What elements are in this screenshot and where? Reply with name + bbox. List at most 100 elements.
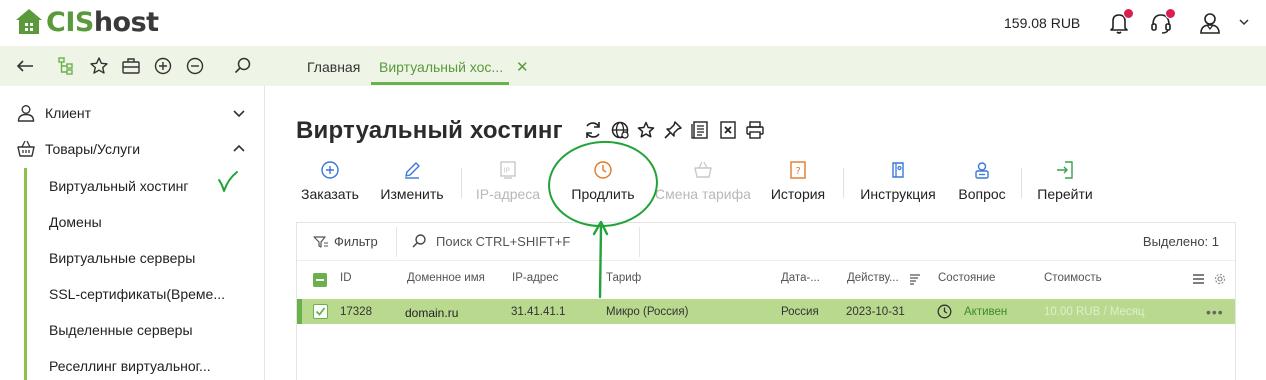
table-row[interactable]: 17328 domain.ru 31.41.41.1 Микро (Россия…: [297, 299, 1235, 324]
print-icon[interactable]: [745, 120, 765, 140]
history-button[interactable]: ? История: [767, 160, 829, 208]
column-header-id[interactable]: ID: [340, 272, 352, 284]
select-all-checkbox[interactable]: [313, 273, 327, 287]
filter-label: Фильтр: [334, 234, 378, 249]
services-table-panel: Фильтр Поиск CTRL+SHIFT+F Выделено: 1 ID…: [296, 222, 1236, 380]
action-separator: [843, 168, 844, 198]
user-avatar-icon: [1200, 13, 1220, 34]
search-icon: [412, 234, 426, 248]
goto-button[interactable]: Перейти: [1034, 160, 1096, 208]
action-label: Смена тарифа: [655, 186, 751, 202]
status-clock-icon: [937, 304, 952, 319]
sidebar-item-reselling[interactable]: Реселлинг виртуальног...: [49, 358, 211, 374]
cell-status: Активен: [964, 306, 1008, 318]
sidebar-item-dedicated[interactable]: Выделенные серверы: [49, 322, 193, 338]
column-header-status[interactable]: Состояние: [938, 272, 995, 284]
column-menu-icon[interactable]: [1192, 273, 1205, 285]
column-header-tariff[interactable]: Тариф: [606, 272, 641, 284]
logo[interactable]: CIShost: [14, 6, 159, 38]
globe-icon[interactable]: [610, 120, 630, 140]
column-header-valid-until[interactable]: Действу...: [847, 272, 899, 284]
sidebar-group-label: Клиент: [45, 105, 92, 121]
refresh-icon[interactable]: [583, 120, 603, 140]
sidebar-item-domains[interactable]: Домены: [49, 214, 102, 230]
filter-button[interactable]: Фильтр: [313, 234, 378, 249]
house-logo-icon: [16, 9, 42, 34]
back-arrow-icon[interactable]: [15, 56, 35, 76]
column-header-datacenter[interactable]: Дата-...: [781, 272, 820, 284]
question-user-icon: [975, 162, 989, 179]
star-icon[interactable]: [89, 56, 109, 76]
active-tab-indicator: [371, 82, 509, 85]
client-user-icon: [17, 105, 35, 122]
cell-valid-until: 2023-10-31: [846, 306, 905, 318]
order-button[interactable]: Заказать: [299, 160, 361, 208]
svg-text:?: ?: [796, 166, 801, 177]
ip-addresses-button[interactable]: IP IP-адреса: [474, 160, 542, 208]
cell-datacenter: Россия: [781, 306, 819, 318]
account-balance[interactable]: 159.08 RUB: [1004, 15, 1080, 31]
row-checkbox[interactable]: [313, 304, 328, 319]
zoom-in-icon[interactable]: [153, 56, 173, 76]
user-menu-button[interactable]: [1197, 10, 1223, 36]
svg-text:IP: IP: [504, 167, 510, 175]
sidebar-item-vps[interactable]: Виртуальные серверы: [49, 250, 195, 266]
action-label: Перейти: [1037, 186, 1093, 202]
row-more-menu-icon[interactable]: •••: [1206, 304, 1224, 320]
cell-tariff: Микро (Россия): [606, 306, 689, 318]
cell-id: 17328: [340, 306, 372, 318]
instruction-icon: [892, 162, 904, 178]
action-label: Изменить: [380, 186, 444, 202]
selected-count: Выделено: 1: [1142, 234, 1219, 249]
filter-separator: [396, 227, 397, 257]
instruction-button[interactable]: Инструкция: [856, 160, 940, 208]
document-list-icon[interactable]: [690, 120, 710, 140]
action-separator: [461, 168, 462, 198]
settings-gear-icon[interactable]: [1214, 273, 1226, 285]
question-button[interactable]: Вопрос: [954, 160, 1010, 208]
filter-icon: [313, 235, 328, 248]
sidebar-group-line: [24, 168, 27, 380]
action-label: История: [770, 186, 826, 202]
clock-icon: [594, 161, 612, 179]
sidebar-group-products[interactable]: Товары/Услуги: [0, 131, 265, 167]
history-icon: ?: [790, 161, 806, 179]
search-separator: [639, 227, 640, 257]
table-search-input[interactable]: Поиск CTRL+SHIFT+F: [411, 233, 570, 249]
plus-circle-icon: [321, 161, 339, 179]
close-tab-icon[interactable]: ✕: [516, 58, 529, 76]
search-icon[interactable]: [233, 56, 253, 76]
change-tariff-button[interactable]: Смена тарифа: [654, 160, 752, 208]
support-button[interactable]: [1148, 8, 1176, 36]
notifications-button[interactable]: [1106, 8, 1134, 36]
logo-host: host: [93, 6, 159, 38]
sidebar-group-client[interactable]: Клиент: [0, 95, 265, 131]
sort-icon[interactable]: [909, 273, 921, 285]
chevron-down-icon[interactable]: [1238, 16, 1250, 28]
tree-structure-icon[interactable]: [57, 56, 77, 76]
cell-ip: 31.41.41.1: [511, 306, 566, 318]
sidebar-item-ssl[interactable]: SSL-сертификаты(Време...: [49, 286, 225, 302]
table-filter-bar: Фильтр Поиск CTRL+SHIFT+F Выделено: 1: [297, 223, 1235, 261]
tab-virtual-hosting[interactable]: Виртуальный хос...: [379, 59, 503, 75]
notification-badge: [1123, 8, 1134, 19]
tab-home[interactable]: Главная: [307, 59, 360, 75]
chevron-up-icon: [233, 144, 245, 152]
toolbar-strip: Главная Виртуальный хос... ✕: [0, 46, 1266, 86]
page-title: Виртуальный хостинг: [296, 117, 563, 144]
briefcase-icon[interactable]: [121, 56, 141, 76]
zoom-out-icon[interactable]: [185, 56, 205, 76]
column-header-ip[interactable]: IP-адрес: [512, 272, 558, 284]
sidebar-group-label: Товары/Услуги: [45, 141, 141, 157]
column-header-domain[interactable]: Доменное имя: [407, 272, 485, 284]
edit-button[interactable]: Изменить: [377, 160, 447, 208]
pin-icon[interactable]: [663, 120, 683, 140]
excel-export-icon[interactable]: [718, 120, 738, 140]
top-header: CIShost 159.08 RUB: [0, 0, 1266, 46]
renew-button[interactable]: Продлить: [565, 160, 641, 208]
sidebar-item-virtual-hosting[interactable]: Виртуальный хостинг: [49, 178, 189, 194]
star-icon[interactable]: [636, 120, 656, 140]
column-header-cost[interactable]: Стоимость: [1044, 272, 1102, 284]
action-label: IP-адреса: [475, 186, 541, 202]
sidebar: Клиент Товары/Услуги Виртуальный хостинг…: [0, 86, 265, 380]
